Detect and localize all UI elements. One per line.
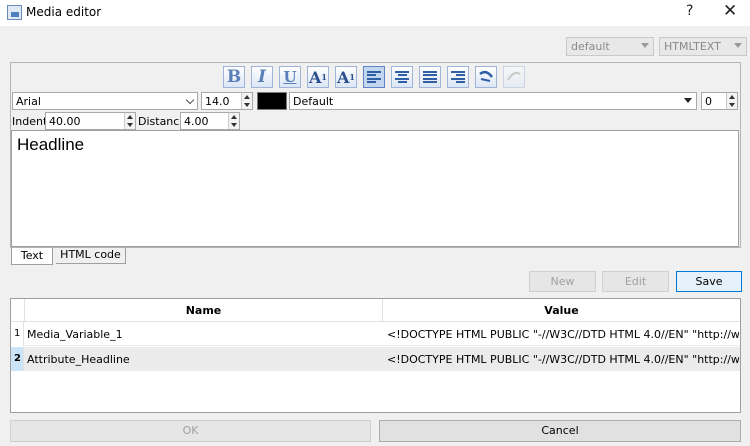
spacing-stepper[interactable]: 0: [701, 92, 738, 110]
style-select-value: default: [571, 40, 610, 53]
indent-stepper[interactable]: 40.00: [45, 112, 136, 130]
spin-arrows-icon[interactable]: [124, 113, 135, 129]
close-button[interactable]: ✕: [723, 1, 737, 21]
align-center-icon: [395, 71, 409, 83]
app-icon: [7, 5, 22, 20]
ok-button[interactable]: OK: [10, 420, 371, 442]
cell-name: Media_Variable_1: [27, 328, 123, 341]
subscript-mark: 1: [349, 72, 355, 82]
distance-value: 4.00: [184, 115, 209, 128]
window-title: Media editor: [26, 5, 102, 19]
font-family-value: Arial: [16, 95, 41, 108]
new-button[interactable]: New: [529, 271, 596, 292]
underline-button[interactable]: U: [279, 66, 301, 88]
table-row[interactable]: 2 Attribute_Headline <!DOCTYPE HTML PUBL…: [11, 347, 740, 371]
cancel-button[interactable]: Cancel: [379, 420, 741, 442]
row-number: 2: [11, 347, 24, 371]
tab-text[interactable]: Text: [11, 248, 53, 265]
edit-button[interactable]: Edit: [602, 271, 669, 292]
spin-arrows-icon[interactable]: [228, 113, 239, 129]
table-header: Name Value: [11, 299, 740, 322]
superscript-letter: A: [309, 67, 322, 87]
distance-stepper[interactable]: 4.00: [180, 112, 240, 130]
superscript-button[interactable]: A1: [307, 66, 329, 88]
column-header-value[interactable]: Value: [383, 304, 740, 317]
cell-value: <!DOCTYPE HTML PUBLIC "-//W3C//DTD HTML …: [387, 328, 739, 341]
color-swatch-fill: [258, 93, 286, 109]
align-left-button[interactable]: [363, 66, 385, 88]
tab-html-code[interactable]: HTML code: [56, 247, 126, 264]
link-icon: [479, 70, 493, 82]
indent-value: 40.00: [49, 115, 81, 128]
spin-arrows-icon[interactable]: [241, 93, 252, 109]
font-size-stepper[interactable]: 14.0: [201, 92, 253, 110]
remove-link-button[interactable]: [503, 66, 525, 88]
unlink-icon: [507, 71, 521, 81]
title-bar: Media editor ? ✕: [0, 0, 750, 26]
help-button[interactable]: ?: [686, 3, 693, 19]
rich-text-editor[interactable]: Headline: [11, 130, 739, 247]
chevron-down-icon: [734, 43, 742, 48]
subscript-button[interactable]: A1: [335, 66, 357, 88]
align-center-button[interactable]: [391, 66, 413, 88]
spin-arrows-icon[interactable]: [726, 93, 737, 109]
editor-content: Headline: [17, 135, 85, 154]
chevron-down-icon: [641, 43, 649, 48]
style-select[interactable]: default: [566, 37, 654, 56]
row-number: 1: [11, 322, 24, 346]
insert-link-button[interactable]: [475, 66, 497, 88]
font-family-select[interactable]: Arial: [12, 92, 198, 110]
save-button[interactable]: Save: [676, 271, 742, 292]
format-select-value: HTMLTEXT: [664, 40, 721, 53]
align-justify-button[interactable]: [419, 66, 441, 88]
paragraph-style-value: Default: [293, 95, 334, 108]
spacing-value: 0: [705, 95, 712, 108]
table-row[interactable]: 1 Media_Variable_1 <!DOCTYPE HTML PUBLIC…: [11, 322, 740, 346]
cell-value: <!DOCTYPE HTML PUBLIC "-//W3C//DTD HTML …: [387, 353, 739, 366]
align-right-icon: [451, 71, 465, 83]
align-left-icon: [367, 71, 381, 83]
align-justify-icon: [423, 71, 437, 83]
subscript-letter: A: [337, 67, 350, 87]
italic-button[interactable]: I: [251, 66, 273, 88]
chevron-down-icon: [684, 98, 692, 103]
column-header-name[interactable]: Name: [25, 304, 382, 317]
cell-name: Attribute_Headline: [27, 353, 130, 366]
variables-table: Name Value 1 Media_Variable_1 <!DOCTYPE …: [10, 298, 741, 413]
align-right-button[interactable]: [447, 66, 469, 88]
chevron-down-icon: [185, 95, 195, 105]
paragraph-style-select[interactable]: Default: [289, 92, 697, 110]
format-select[interactable]: HTMLTEXT: [659, 37, 747, 56]
superscript-mark: 1: [321, 72, 327, 82]
bold-button[interactable]: B: [223, 66, 245, 88]
font-color-swatch[interactable]: [257, 92, 287, 110]
font-size-value: 14.0: [205, 95, 230, 108]
